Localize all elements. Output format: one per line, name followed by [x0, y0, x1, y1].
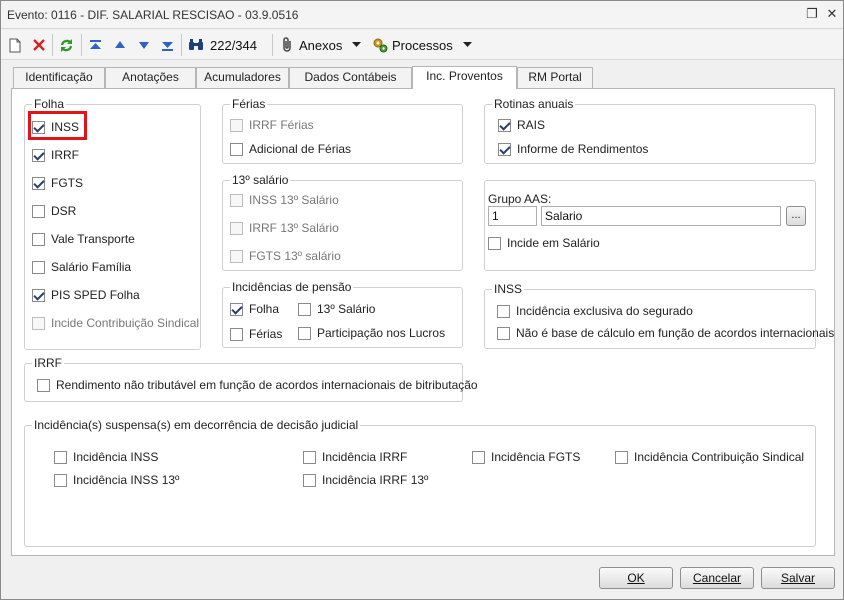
- delete-icon: [33, 39, 45, 51]
- irrf-group-title: IRRF: [32, 356, 64, 370]
- chevron-down-icon: [462, 42, 472, 47]
- suspensas-group-title: Incidência(s) suspensa(s) em decorrência…: [32, 418, 361, 432]
- inss-group: INSS Incidência exclusiva do segurado Nã…: [484, 282, 834, 349]
- grupo-aas-name-field[interactable]: Salario: [541, 206, 781, 226]
- irrf-checkbox[interactable]: IRRF: [32, 148, 79, 162]
- first-record-button[interactable]: [89, 35, 102, 55]
- ferias-group: Férias IRRF Férias Adicional de Férias: [222, 97, 463, 164]
- folha-group: Folha INSS IRRF FGTS DSR Vale Transporte…: [24, 97, 201, 350]
- attachments-menu[interactable]: Anexos: [281, 35, 362, 55]
- ferias-group-title: Férias: [230, 97, 268, 111]
- gears-icon: [373, 38, 388, 53]
- suspensas-group: Incidência(s) suspensa(s) em decorrência…: [24, 418, 816, 547]
- nao-base-calculo-checkbox[interactable]: Não é base de cálculo em função de acord…: [497, 326, 834, 340]
- suspensa-fgts-checkbox[interactable]: Incidência FGTS: [472, 450, 580, 464]
- save-button[interactable]: Salvar: [761, 567, 835, 589]
- decimo-terceiro-group: 13º salário INSS 13º Salário IRRF 13º Sa…: [222, 173, 463, 271]
- rendimento-nao-tributavel-checkbox[interactable]: Rendimento não tributável em função de a…: [37, 378, 478, 392]
- tab-content: Folha INSS IRRF FGTS DSR Vale Transporte…: [11, 88, 835, 556]
- tab-identificacao[interactable]: Identificação: [13, 67, 105, 88]
- pensao-folha-checkbox[interactable]: Folha: [230, 302, 279, 316]
- pensao-group: Incidências de pensão Folha 13º Salário …: [222, 280, 463, 348]
- delete-button[interactable]: [32, 35, 46, 55]
- attachments-label: Anexos: [299, 37, 343, 53]
- processes-menu[interactable]: Processos: [372, 35, 472, 55]
- refresh-icon: [60, 38, 73, 52]
- pensao-group-title: Incidências de pensão: [230, 280, 354, 294]
- last-record-button[interactable]: [161, 35, 174, 55]
- binoculars-icon: [189, 39, 203, 50]
- dsr-checkbox[interactable]: DSR: [32, 204, 76, 218]
- suspensa-sindical-checkbox[interactable]: Incidência Contribuição Sindical: [615, 450, 804, 464]
- cancel-button[interactable]: Cancelar: [680, 567, 754, 589]
- irrf-13-checkbox[interactable]: IRRF 13º Salário: [230, 221, 339, 235]
- first-record-icon: [90, 39, 101, 49]
- suspensa-irrf-checkbox[interactable]: Incidência IRRF: [303, 450, 407, 464]
- suspensa-irrf-13-checkbox[interactable]: Incidência IRRF 13º: [303, 473, 428, 487]
- record-counter[interactable]: 222/344: [188, 35, 257, 55]
- new-record-button[interactable]: [9, 35, 21, 55]
- next-record-icon: [139, 42, 149, 49]
- vale-transporte-checkbox[interactable]: Vale Transporte: [32, 232, 135, 246]
- chevron-down-icon: [352, 42, 362, 47]
- event-dialog: Evento: 0116 - DIF. SALARIAL RESCISAO - …: [0, 0, 844, 600]
- pis-sped-folha-checkbox[interactable]: PIS SPED Folha: [32, 288, 140, 302]
- new-document-icon: [9, 38, 21, 52]
- restore-button[interactable]: ❐: [805, 7, 819, 21]
- grupo-aas-browse-button[interactable]: ...: [786, 206, 806, 226]
- fgts-13-checkbox[interactable]: FGTS 13º salário: [230, 249, 341, 263]
- inss-highlight-box: [28, 111, 87, 140]
- pensao-13-checkbox[interactable]: 13º Salário: [298, 302, 375, 316]
- grupo-aas-label: Grupo AAS:: [488, 192, 552, 206]
- next-record-button[interactable]: [138, 35, 150, 55]
- tab-anotacoes[interactable]: Anotações: [105, 67, 196, 88]
- title-bar: Evento: 0116 - DIF. SALARIAL RESCISAO - …: [1, 1, 843, 29]
- fgts-checkbox[interactable]: FGTS: [32, 176, 83, 190]
- window-title: Evento: 0116 - DIF. SALARIAL RESCISAO - …: [7, 8, 299, 22]
- suspensa-inss-13-checkbox[interactable]: Incidência INSS 13º: [54, 473, 179, 487]
- ok-button[interactable]: OK: [599, 567, 673, 589]
- grupo-aas-code-field[interactable]: 1: [488, 206, 537, 226]
- toolbar: 222/344 Anexos Processos: [1, 30, 843, 60]
- informe-rendimentos-checkbox[interactable]: Informe de Rendimentos: [498, 142, 648, 156]
- irrf-ferias-checkbox[interactable]: IRRF Férias: [230, 118, 314, 132]
- adicional-ferias-checkbox[interactable]: Adicional de Férias: [230, 142, 351, 156]
- contribuicao-sindical-checkbox[interactable]: Incide Contribuição Sindical: [32, 316, 199, 330]
- processes-label: Processos: [392, 37, 453, 53]
- incidencia-exclusiva-checkbox[interactable]: Incidência exclusiva do segurado: [497, 304, 693, 318]
- tab-rm-portal[interactable]: RM Portal: [517, 67, 593, 88]
- refresh-button[interactable]: [59, 35, 74, 55]
- rais-checkbox[interactable]: RAIS: [498, 118, 545, 132]
- pensao-lucros-checkbox[interactable]: Participação nos Lucros: [298, 326, 445, 340]
- paperclip-icon: [283, 37, 291, 52]
- tab-dados-contabeis[interactable]: Dados Contábeis: [289, 67, 412, 88]
- previous-record-icon: [115, 41, 125, 48]
- rotinas-group: Rotinas anuais RAIS Informe de Rendiment…: [484, 97, 816, 164]
- close-button[interactable]: ✕: [825, 7, 839, 21]
- rotinas-group-title: Rotinas anuais: [492, 97, 576, 111]
- irrf-group: IRRF Rendimento não tributável em função…: [24, 356, 478, 402]
- tab-inc-proventos[interactable]: Inc. Proventos: [412, 66, 517, 89]
- folha-group-title: Folha: [32, 97, 67, 111]
- previous-record-button[interactable]: [114, 35, 126, 55]
- record-counter-text: 222/344: [210, 37, 257, 53]
- pensao-ferias-checkbox[interactable]: Férias: [230, 327, 282, 341]
- grupo-aas-group: Grupo AAS: 1 Salario ... Incide em Salár…: [484, 180, 816, 271]
- suspensa-inss-checkbox[interactable]: Incidência INSS: [54, 450, 158, 464]
- decimo-terceiro-group-title: 13º salário: [230, 173, 291, 187]
- incide-salario-checkbox[interactable]: Incide em Salário: [488, 236, 600, 250]
- tab-acumuladores[interactable]: Acumuladores: [196, 67, 289, 88]
- last-record-icon: [162, 41, 173, 51]
- salario-familia-checkbox[interactable]: Salário Família: [32, 260, 131, 274]
- inss-group-title: INSS: [492, 282, 525, 296]
- inss-13-checkbox[interactable]: INSS 13º Salário: [230, 193, 339, 207]
